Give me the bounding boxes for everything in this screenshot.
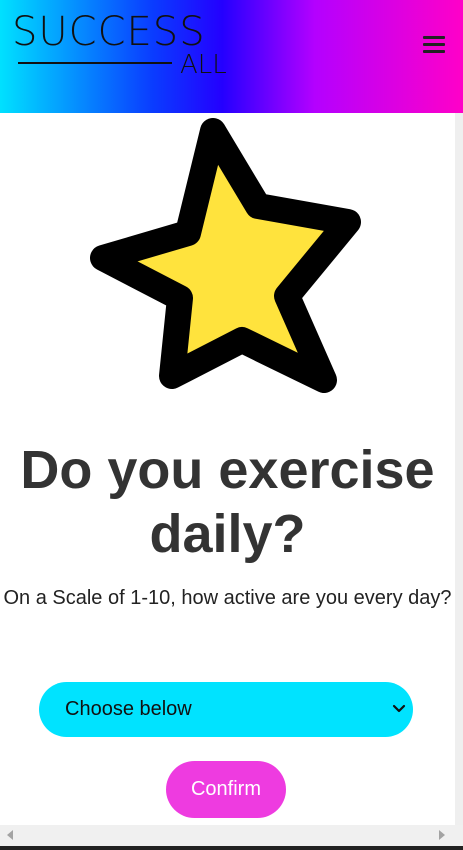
select-value: Choose below [65, 698, 192, 720]
star-icon [90, 118, 365, 393]
question-subtitle: On a Scale of 1-10, how active are you e… [3, 587, 452, 609]
confirm-button[interactable]: Confirm [166, 761, 286, 818]
scroll-right-icon[interactable] [439, 830, 445, 840]
logo-underline [18, 62, 172, 64]
logo-text-bottom: ALL [180, 50, 227, 80]
question-title: Do you exercise daily? [20, 440, 435, 564]
scale-select[interactable]: Choose below [39, 682, 413, 737]
header-banner: SUCCESS ALL [0, 0, 463, 113]
window-bottom-edge [0, 846, 463, 850]
logo-text-top: SUCCESS [12, 9, 206, 55]
chevron-down-icon [391, 702, 407, 720]
vertical-scrollbar[interactable] [455, 113, 463, 825]
horizontal-scrollbar[interactable] [0, 825, 463, 846]
hamburger-menu-icon[interactable] [420, 30, 448, 60]
logo[interactable]: SUCCESS ALL [12, 10, 234, 80]
scroll-left-icon[interactable] [7, 830, 13, 840]
